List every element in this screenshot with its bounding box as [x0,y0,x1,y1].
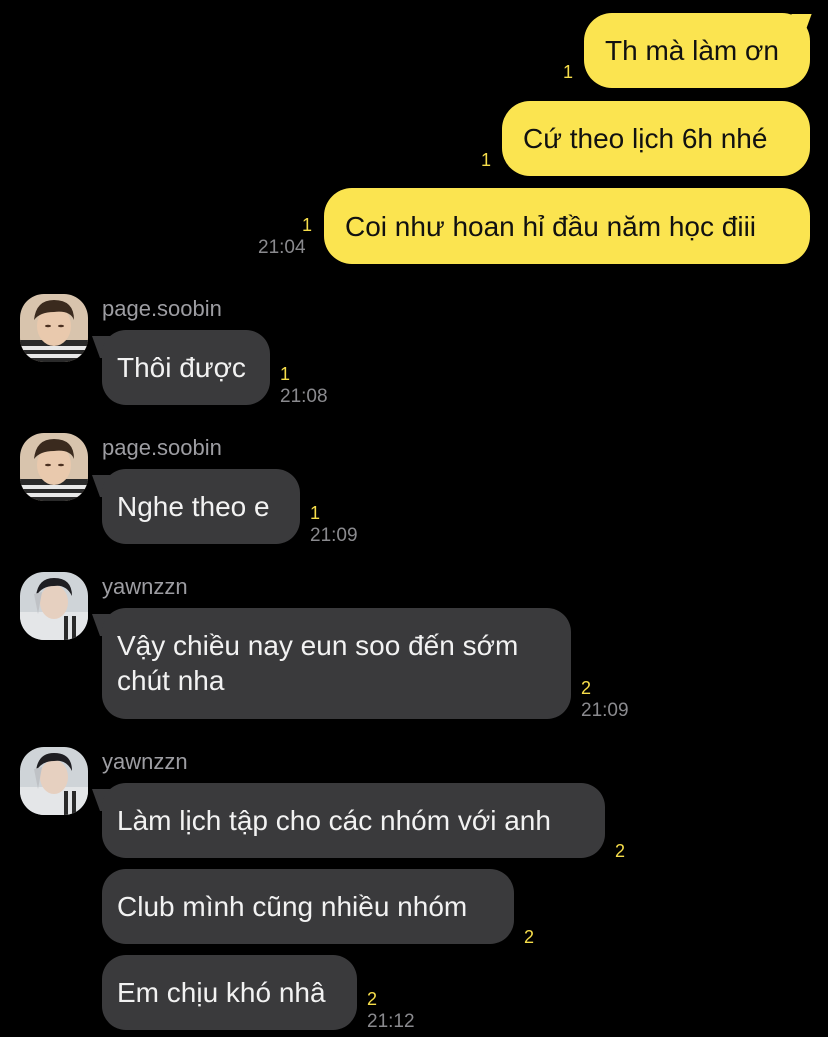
outgoing-message-bubble[interactable]: Coi như hoan hỉ đầu năm học điii [324,188,810,264]
person-avatar-icon [20,747,88,815]
message-text: Thôi được [117,352,246,383]
incoming-message-bubble[interactable]: Em chịu khó nhâ [102,955,357,1030]
incoming-message-bubble[interactable]: Thôi được [102,330,270,405]
message-time: 21:08 [280,386,328,407]
unread-count: 2 [581,678,592,698]
outgoing-message-bubble[interactable]: Th mà làm ơn [584,13,810,88]
incoming-message-bubble[interactable]: Làm lịch tập cho các nhóm với anh [102,783,605,858]
unread-count: 1 [302,215,313,235]
sender-avatar[interactable] [20,294,88,362]
message-time: 21:04 [258,237,306,258]
unread-count: 1 [563,62,574,82]
person-avatar-icon [20,433,88,501]
sender-avatar[interactable] [20,572,88,640]
chat-screen: { "messages": { "m1": {"text":"Th mà làm… [0,0,828,1037]
message-text: Th mà làm ơn [605,35,779,66]
sender-name: page.soobin [102,296,222,321]
message-text: Làm lịch tập cho các nhóm với anh [117,805,551,836]
person-avatar-icon [20,572,88,640]
unread-count: 2 [367,989,378,1009]
sender-name: yawnzzn [102,749,188,774]
incoming-message-bubble[interactable]: Nghe theo e [102,469,300,544]
incoming-message-bubble[interactable]: Club mình cũng nhiều nhóm [102,869,514,944]
message-text: Em chịu khó nhâ [117,977,326,1008]
message-time: 21:12 [367,1011,415,1032]
message-text-line: Vậy chiều nay eun soo đến sớm [117,630,519,661]
unread-count: 2 [524,927,535,947]
message-time: 21:09 [310,525,358,546]
unread-count: 1 [481,150,492,170]
unread-count: 2 [615,841,626,861]
incoming-message-bubble[interactable]: Vậy chiều nay eun soo đến sớm chút nha [102,608,571,719]
sender-name: page.soobin [102,435,222,460]
unread-count: 1 [310,503,321,523]
message-text: Coi như hoan hỉ đầu năm học điii [345,211,757,242]
outgoing-message-bubble[interactable]: Cứ theo lịch 6h nhé [502,101,810,176]
message-text: Cứ theo lịch 6h nhé [523,123,768,154]
sender-avatar[interactable] [20,433,88,501]
sender-name: yawnzzn [102,574,188,599]
sender-avatar[interactable] [20,747,88,815]
unread-count: 1 [280,364,291,384]
person-avatar-icon [20,294,88,362]
message-text-line: chút nha [117,665,225,696]
message-text: Club mình cũng nhiều nhóm [117,891,468,922]
message-time: 21:09 [581,700,629,721]
message-text: Nghe theo e [117,491,270,522]
